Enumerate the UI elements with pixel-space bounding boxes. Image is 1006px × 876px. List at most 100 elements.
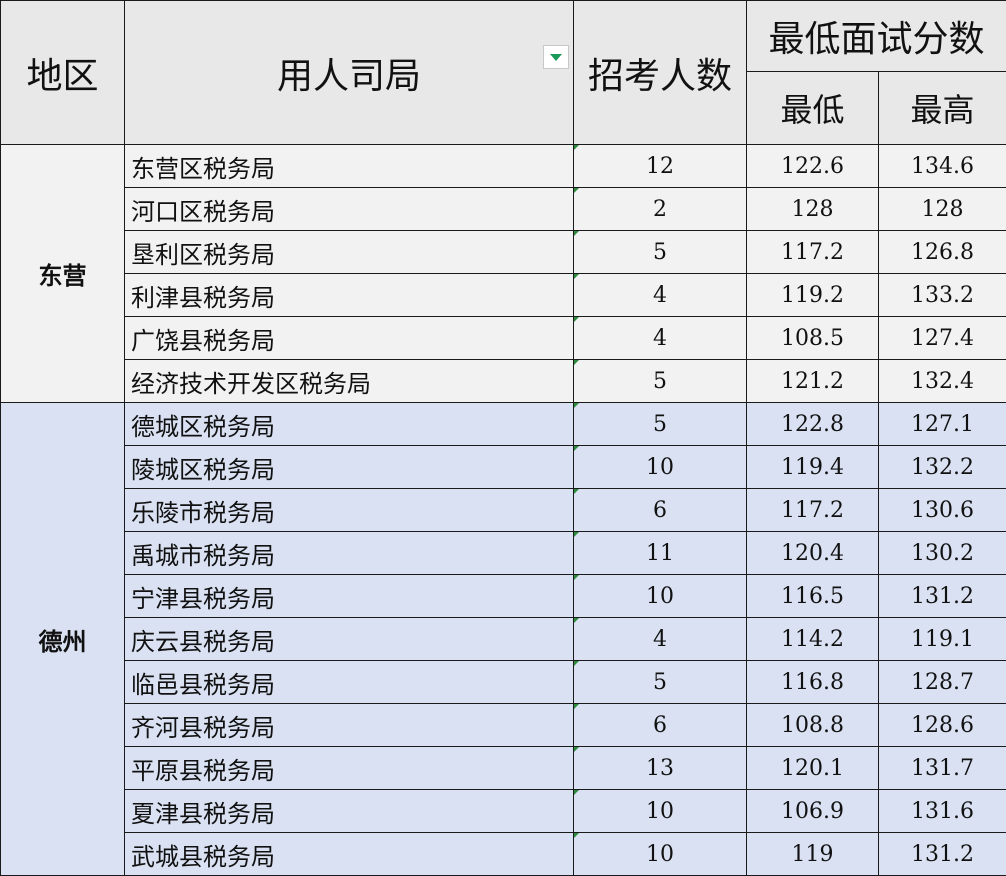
- table-row[interactable]: 利津县税务局4119.2133.2: [1, 274, 1006, 317]
- region-cell[interactable]: 德州: [1, 403, 125, 876]
- recruits-value: 5: [653, 670, 667, 695]
- header-agency[interactable]: 用人司局: [125, 1, 574, 145]
- max-score-cell[interactable]: 128.6: [879, 704, 1006, 747]
- max-score-cell[interactable]: 128: [879, 188, 1006, 231]
- max-score-cell[interactable]: 134.6: [879, 145, 1006, 188]
- recruits-cell[interactable]: 5: [574, 661, 747, 704]
- agency-cell[interactable]: 广饶县税务局: [125, 317, 574, 360]
- agency-cell[interactable]: 宁津县税务局: [125, 575, 574, 618]
- max-score-cell[interactable]: 126.8: [879, 231, 1006, 274]
- table-row[interactable]: 临邑县税务局 5 116.8128.7: [1, 661, 1006, 704]
- min-score-cell[interactable]: 117.2: [747, 231, 879, 274]
- region-cell[interactable]: 东营: [1, 145, 125, 403]
- agency-cell[interactable]: 临邑县税务局: [125, 661, 574, 704]
- max-score-cell[interactable]: 127.4: [879, 317, 1006, 360]
- max-score-cell[interactable]: 131.6: [879, 790, 1006, 833]
- agency-cell[interactable]: 武城县税务局: [125, 833, 574, 876]
- header-min[interactable]: 最低: [747, 72, 879, 145]
- table-row[interactable]: 东营东营区税务局12122.6134.6: [1, 145, 1006, 188]
- table-row[interactable]: 垦利区税务局5117.2126.8: [1, 231, 1006, 274]
- header-recruits[interactable]: 招考人数: [574, 1, 747, 145]
- table-row[interactable]: 德州德城区税务局5122.8127.1: [1, 403, 1006, 446]
- agency-cell[interactable]: 河口区税务局: [125, 188, 574, 231]
- recruits-value: 5: [653, 412, 667, 437]
- header-max[interactable]: 最高: [879, 72, 1006, 145]
- table-row[interactable]: 禹城市税务局11120.4130.2: [1, 532, 1006, 575]
- max-score-cell[interactable]: 127.1: [879, 403, 1006, 446]
- agency-cell[interactable]: 齐河县税务局: [125, 704, 574, 747]
- max-score-cell[interactable]: 128.7: [879, 661, 1006, 704]
- recruits-value: 5: [653, 369, 667, 394]
- recruits-cell[interactable]: 5: [574, 231, 747, 274]
- filter-dropdown-icon[interactable]: [543, 45, 569, 69]
- min-score-cell[interactable]: 116.8: [747, 661, 879, 704]
- agency-cell[interactable]: 陵城区税务局: [125, 446, 574, 489]
- min-score-cell[interactable]: 108.5: [747, 317, 879, 360]
- min-score-cell[interactable]: 119.4: [747, 446, 879, 489]
- max-score-cell[interactable]: 130.2: [879, 532, 1006, 575]
- table-row[interactable]: 经济技术开发区税务局 5 121.2132.4: [1, 360, 1006, 403]
- agency-cell[interactable]: 夏津县税务局: [125, 790, 574, 833]
- min-score-cell[interactable]: 120.4: [747, 532, 879, 575]
- max-score-cell[interactable]: 132.2: [879, 446, 1006, 489]
- min-score-cell[interactable]: 119.2: [747, 274, 879, 317]
- table-row[interactable]: 庆云县税务局4114.2119.1: [1, 618, 1006, 661]
- table-row[interactable]: 平原县税务局13120.1131.7: [1, 747, 1006, 790]
- agency-cell[interactable]: 德城区税务局: [125, 403, 574, 446]
- table-row[interactable]: 夏津县税务局10106.9131.6: [1, 790, 1006, 833]
- agency-cell[interactable]: 禹城市税务局: [125, 532, 574, 575]
- table-row[interactable]: 宁津县税务局10116.5131.2: [1, 575, 1006, 618]
- recruits-cell[interactable]: 10: [574, 833, 747, 876]
- header-region[interactable]: 地区: [1, 1, 125, 145]
- min-score-cell[interactable]: 121.2: [747, 360, 879, 403]
- table-row[interactable]: 齐河县税务局6108.8128.6: [1, 704, 1006, 747]
- recruits-cell[interactable]: 4: [574, 317, 747, 360]
- min-score-cell[interactable]: 108.8: [747, 704, 879, 747]
- agency-cell[interactable]: 经济技术开发区税务局: [125, 360, 574, 403]
- recruits-cell[interactable]: 4: [574, 274, 747, 317]
- recruits-cell[interactable]: 5: [574, 360, 747, 403]
- recruits-cell[interactable]: 5: [574, 403, 747, 446]
- max-score-cell[interactable]: 131.2: [879, 833, 1006, 876]
- recruits-cell[interactable]: 12: [574, 145, 747, 188]
- max-score-cell[interactable]: 130.6: [879, 489, 1006, 532]
- recruits-cell[interactable]: 13: [574, 747, 747, 790]
- max-score-cell[interactable]: 132.4: [879, 360, 1006, 403]
- agency-cell[interactable]: 利津县税务局: [125, 274, 574, 317]
- min-score-cell[interactable]: 122.8: [747, 403, 879, 446]
- table-row[interactable]: 武城县税务局10119131.2: [1, 833, 1006, 876]
- table-row[interactable]: 广饶县税务局 4 108.5127.4: [1, 317, 1006, 360]
- recruits-cell[interactable]: 10: [574, 446, 747, 489]
- recruits-cell[interactable]: 6: [574, 704, 747, 747]
- recruits-cell[interactable]: 10: [574, 790, 747, 833]
- agency-cell[interactable]: 平原县税务局: [125, 747, 574, 790]
- recruits-cell[interactable]: 6: [574, 489, 747, 532]
- number-as-text-indicator-icon: [574, 231, 579, 236]
- min-score-cell[interactable]: 119: [747, 833, 879, 876]
- agency-cell[interactable]: 乐陵市税务局: [125, 489, 574, 532]
- max-score-cell[interactable]: 133.2: [879, 274, 1006, 317]
- agency-cell[interactable]: 垦利区税务局: [125, 231, 574, 274]
- recruits-cell[interactable]: 2: [574, 188, 747, 231]
- min-score-cell[interactable]: 114.2: [747, 618, 879, 661]
- min-score-cell[interactable]: 116.5: [747, 575, 879, 618]
- recruits-cell[interactable]: 10: [574, 575, 747, 618]
- min-score-cell[interactable]: 122.6: [747, 145, 879, 188]
- recruits-cell[interactable]: 11: [574, 532, 747, 575]
- max-score-cell[interactable]: 131.7: [879, 747, 1006, 790]
- min-score-cell[interactable]: 128: [747, 188, 879, 231]
- recruits-cell[interactable]: 4: [574, 618, 747, 661]
- max-score-cell[interactable]: 131.2: [879, 575, 1006, 618]
- header-score-group[interactable]: 最低面试分数: [747, 1, 1006, 72]
- agency-cell[interactable]: 东营区税务局: [125, 145, 574, 188]
- table-row[interactable]: 河口区税务局2128128: [1, 188, 1006, 231]
- agency-cell[interactable]: 庆云县税务局: [125, 618, 574, 661]
- max-score-cell[interactable]: 119.1: [879, 618, 1006, 661]
- table-row[interactable]: 乐陵市税务局6117.2130.6: [1, 489, 1006, 532]
- number-as-text-indicator-icon: [574, 360, 579, 365]
- min-score-cell[interactable]: 117.2: [747, 489, 879, 532]
- min-score-cell[interactable]: 120.1: [747, 747, 879, 790]
- recruits-value: 4: [653, 326, 667, 351]
- table-row[interactable]: 陵城区税务局10119.4132.2: [1, 446, 1006, 489]
- min-score-cell[interactable]: 106.9: [747, 790, 879, 833]
